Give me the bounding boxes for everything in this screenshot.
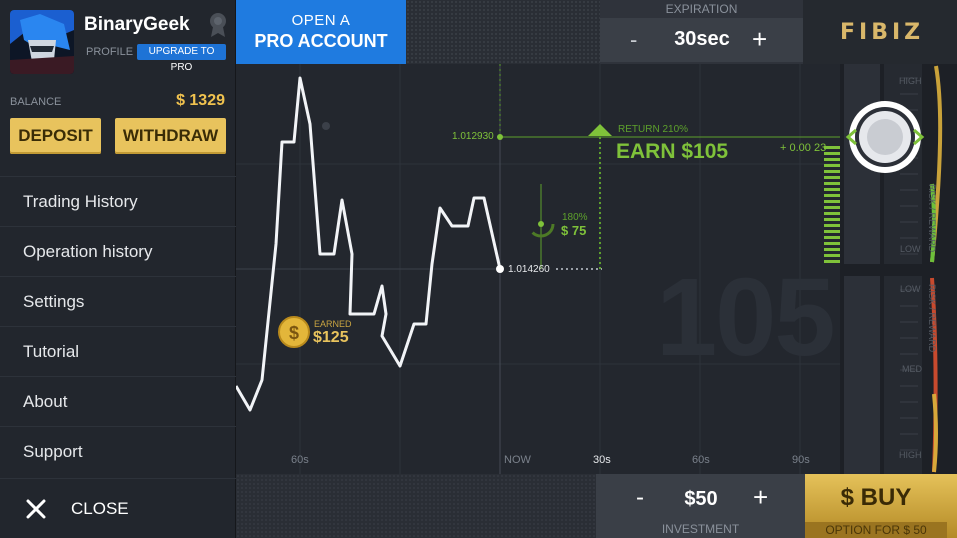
earn-label: EARN $105 — [616, 140, 729, 163]
investment-value: $50 — [684, 488, 718, 510]
target-price-label: 1.012930 — [452, 131, 494, 142]
buy-label[interactable]: $ BUY — [805, 484, 947, 512]
gauge-high-top: HIGH — [899, 76, 922, 86]
open-pro-account-button[interactable]: OPEN A PRO ACCOUNT — [236, 0, 406, 64]
logo-area: FIBIZ — [803, 0, 957, 64]
target-point — [497, 134, 503, 140]
price-series-line — [236, 76, 502, 412]
expiration-decrease-button[interactable]: - — [630, 27, 637, 53]
close-menu-button[interactable]: CLOSE — [0, 478, 236, 538]
x-label-90s: 90s — [792, 454, 810, 466]
investment-increase-button[interactable]: + — [753, 482, 768, 513]
x-label-minus-60s: 60s — [291, 454, 309, 466]
current-price-dot — [496, 265, 504, 273]
avatar[interactable] — [10, 10, 74, 74]
return-arrow-icon — [588, 124, 612, 136]
profile-header: BinaryGeek PROFILE UPGRADE TO PRO — [0, 0, 236, 84]
alt-amount: $ 75 — [561, 223, 587, 238]
menu-item-about[interactable]: About — [0, 376, 236, 426]
menu-item-tutorial[interactable]: Tutorial — [0, 326, 236, 376]
marker-dot — [322, 122, 330, 130]
current-price-label: 1.014260 — [508, 264, 550, 275]
delta-label: + 0.00 23 — [780, 142, 827, 154]
earned-label: EARNED — [314, 319, 352, 329]
expiration-stepper: - 30sec + — [600, 18, 803, 62]
close-label[interactable]: CLOSE — [71, 499, 129, 519]
risk-reward-label-top: RISK / REWARD — [927, 184, 937, 253]
risk-reward-gauge[interactable]: HIGH LOW LOW MED HIGH RISK / REWARD RISK… — [840, 64, 957, 474]
gauge-low-bottom: LOW — [900, 284, 921, 294]
pro-button-line1[interactable]: OPEN A — [236, 12, 406, 29]
price-chart[interactable]: $ 105 1.012930 1.014260 RETURN 210% EARN… — [236, 64, 858, 474]
trading-app: BinaryGeek PROFILE UPGRADE TO PRO BALANC… — [0, 0, 957, 538]
return-label: RETURN 210% — [618, 124, 689, 135]
balance-value: $ 1329 — [176, 92, 225, 109]
top-bar: OPEN A PRO ACCOUNT EXPIRATION - 30sec + … — [236, 0, 957, 64]
close-icon[interactable] — [26, 499, 46, 519]
investment-control: - $50 + INVESTMENT — [596, 474, 805, 538]
earn-watermark: 105 — [656, 256, 836, 379]
expiration-increase-button[interactable]: + — [752, 24, 767, 55]
profile-label[interactable]: PROFILE — [86, 46, 133, 58]
bottom-bar: - $50 + INVESTMENT $ BUY OPTION FOR $ 50 — [236, 474, 957, 538]
balance-label: BALANCE — [10, 96, 62, 108]
earned-amount: $125 — [313, 329, 349, 346]
buy-button[interactable]: $ BUY OPTION FOR $ 50 — [805, 474, 957, 538]
investment-label: INVESTMENT — [661, 522, 740, 536]
gauge-graphic — [840, 64, 957, 474]
alt-dot — [538, 221, 544, 227]
menu-item-operation-history[interactable]: Operation history — [0, 226, 236, 276]
alt-percent: 180% — [562, 212, 588, 223]
deposit-button[interactable]: DEPOSIT — [10, 118, 101, 154]
sidebar: BinaryGeek PROFILE UPGRADE TO PRO BALANC… — [0, 0, 236, 538]
expiration-label: EXPIRATION — [665, 2, 738, 16]
investment-decrease-button[interactable]: - — [636, 484, 644, 512]
withdraw-button[interactable]: WITHDRAW — [115, 118, 226, 154]
expiration-control: EXPIRATION - 30sec + — [600, 0, 803, 64]
gauge-med-bottom: MED — [902, 364, 922, 374]
x-label-60s: 60s — [692, 454, 710, 466]
rank-badge-icon — [208, 12, 228, 38]
pro-button-line2[interactable]: PRO ACCOUNT — [236, 31, 406, 52]
gauge-low-top: LOW — [900, 244, 921, 254]
menu-item-support[interactable]: Support — [0, 426, 236, 476]
coin-symbol: $ — [289, 323, 299, 343]
x-label-now: NOW — [504, 454, 531, 466]
menu-item-trading-history[interactable]: Trading History — [0, 176, 236, 226]
expiration-value: 30sec — [674, 28, 730, 50]
gauge-high-bottom: HIGH — [899, 450, 922, 460]
username: BinaryGeek — [84, 14, 190, 35]
upgrade-to-pro-button[interactable]: UPGRADE TO PRO — [137, 44, 226, 73]
sidebar-menu: Trading History Operation history Settin… — [0, 176, 236, 476]
buy-option-label[interactable]: OPTION FOR $ 50 — [805, 522, 947, 538]
app-logo: FIBIZ — [840, 20, 925, 45]
menu-item-settings[interactable]: Settings — [0, 276, 236, 326]
topbar-filler — [406, 0, 600, 64]
x-label-30s: 30s — [593, 454, 611, 466]
risk-reward-label-bottom: RISK / REWARD — [927, 284, 937, 353]
